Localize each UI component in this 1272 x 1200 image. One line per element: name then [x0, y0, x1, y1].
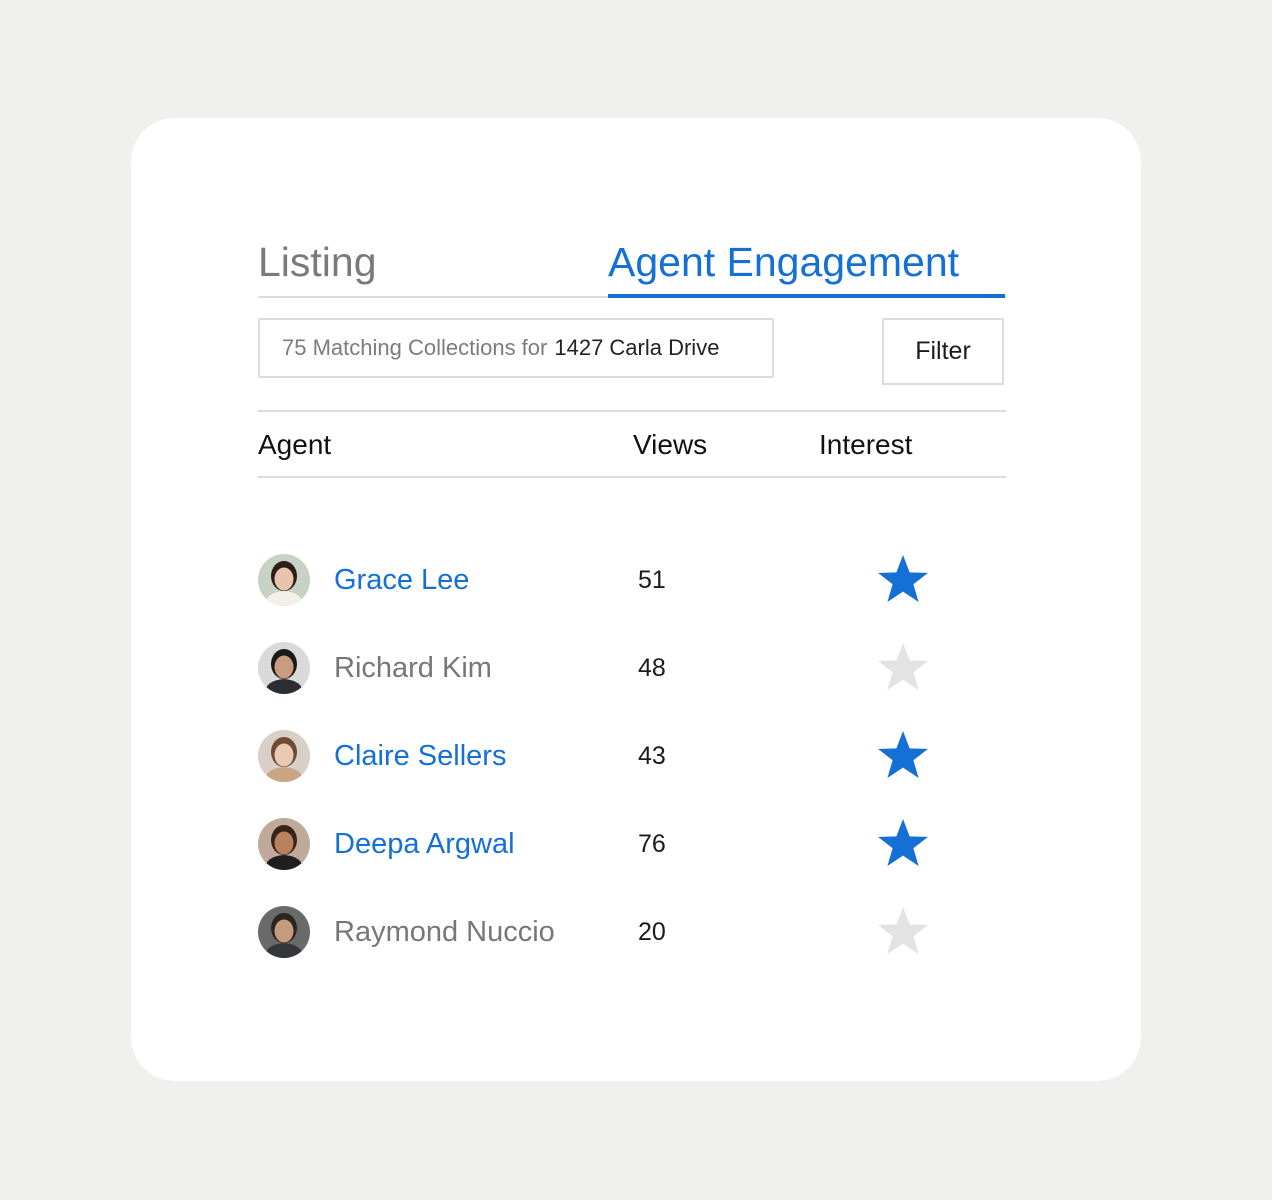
matching-collections-text: 75 Matching Collections for [282, 335, 548, 360]
tab-bar: Listing Agent Engagement [258, 236, 1006, 298]
views-count: 43 [638, 742, 666, 770]
avatar-icon [258, 554, 310, 606]
agent-name-link[interactable]: Deepa Argwal [334, 816, 515, 872]
avatar[interactable] [258, 554, 310, 606]
table-row: Raymond Nuccio 20 [258, 904, 1006, 964]
views-count: 48 [638, 654, 666, 682]
avatar[interactable] [258, 642, 310, 694]
table-header: Agent Views Interest [258, 410, 1006, 478]
avatar[interactable] [258, 730, 310, 782]
avatar-icon [258, 818, 310, 870]
card-content: Listing Agent Engagement 75 Matching Col… [258, 118, 1006, 1081]
star-filled-icon[interactable] [876, 728, 930, 782]
star-empty-icon[interactable] [876, 904, 930, 958]
column-header-agent: Agent [258, 429, 332, 460]
column-header-interest: Interest [819, 429, 913, 460]
tab-listing[interactable]: Listing [258, 236, 377, 288]
agent-name-link[interactable]: Richard Kim [334, 640, 492, 696]
star-filled-icon[interactable] [876, 552, 930, 606]
views-count: 76 [638, 830, 666, 858]
table-row: Deepa Argwal 76 [258, 816, 1006, 876]
avatar-icon [258, 906, 310, 958]
agent-name-link[interactable]: Grace Lee [334, 552, 469, 608]
views-count: 20 [638, 918, 666, 946]
views-count: 51 [638, 566, 666, 594]
avatar-icon [258, 642, 310, 694]
avatar[interactable] [258, 906, 310, 958]
star-empty-icon[interactable] [876, 640, 930, 694]
table-row: Claire Sellers 43 [258, 728, 1006, 788]
star-filled-icon[interactable] [876, 816, 930, 870]
engagement-card: Listing Agent Engagement 75 Matching Col… [131, 118, 1141, 1081]
agent-name-link[interactable]: Claire Sellers [334, 728, 506, 784]
agent-name-link[interactable]: Raymond Nuccio [334, 904, 555, 960]
star-icon [878, 555, 928, 602]
star-icon [878, 643, 928, 690]
avatar[interactable] [258, 818, 310, 870]
table-row: Grace Lee 51 [258, 552, 1006, 612]
filter-button[interactable]: Filter [882, 318, 1004, 385]
star-icon [878, 731, 928, 778]
star-icon [878, 907, 928, 954]
property-address: 1427 Carla Drive [554, 335, 720, 360]
table-row: Richard Kim 48 [258, 640, 1006, 700]
avatar-icon [258, 730, 310, 782]
column-header-views: Views [633, 429, 708, 460]
collections-search-field[interactable]: 75 Matching Collections for 1427 Carla D… [258, 318, 774, 378]
tab-agent-engagement[interactable]: Agent Engagement [608, 236, 1005, 298]
star-icon [878, 819, 928, 866]
